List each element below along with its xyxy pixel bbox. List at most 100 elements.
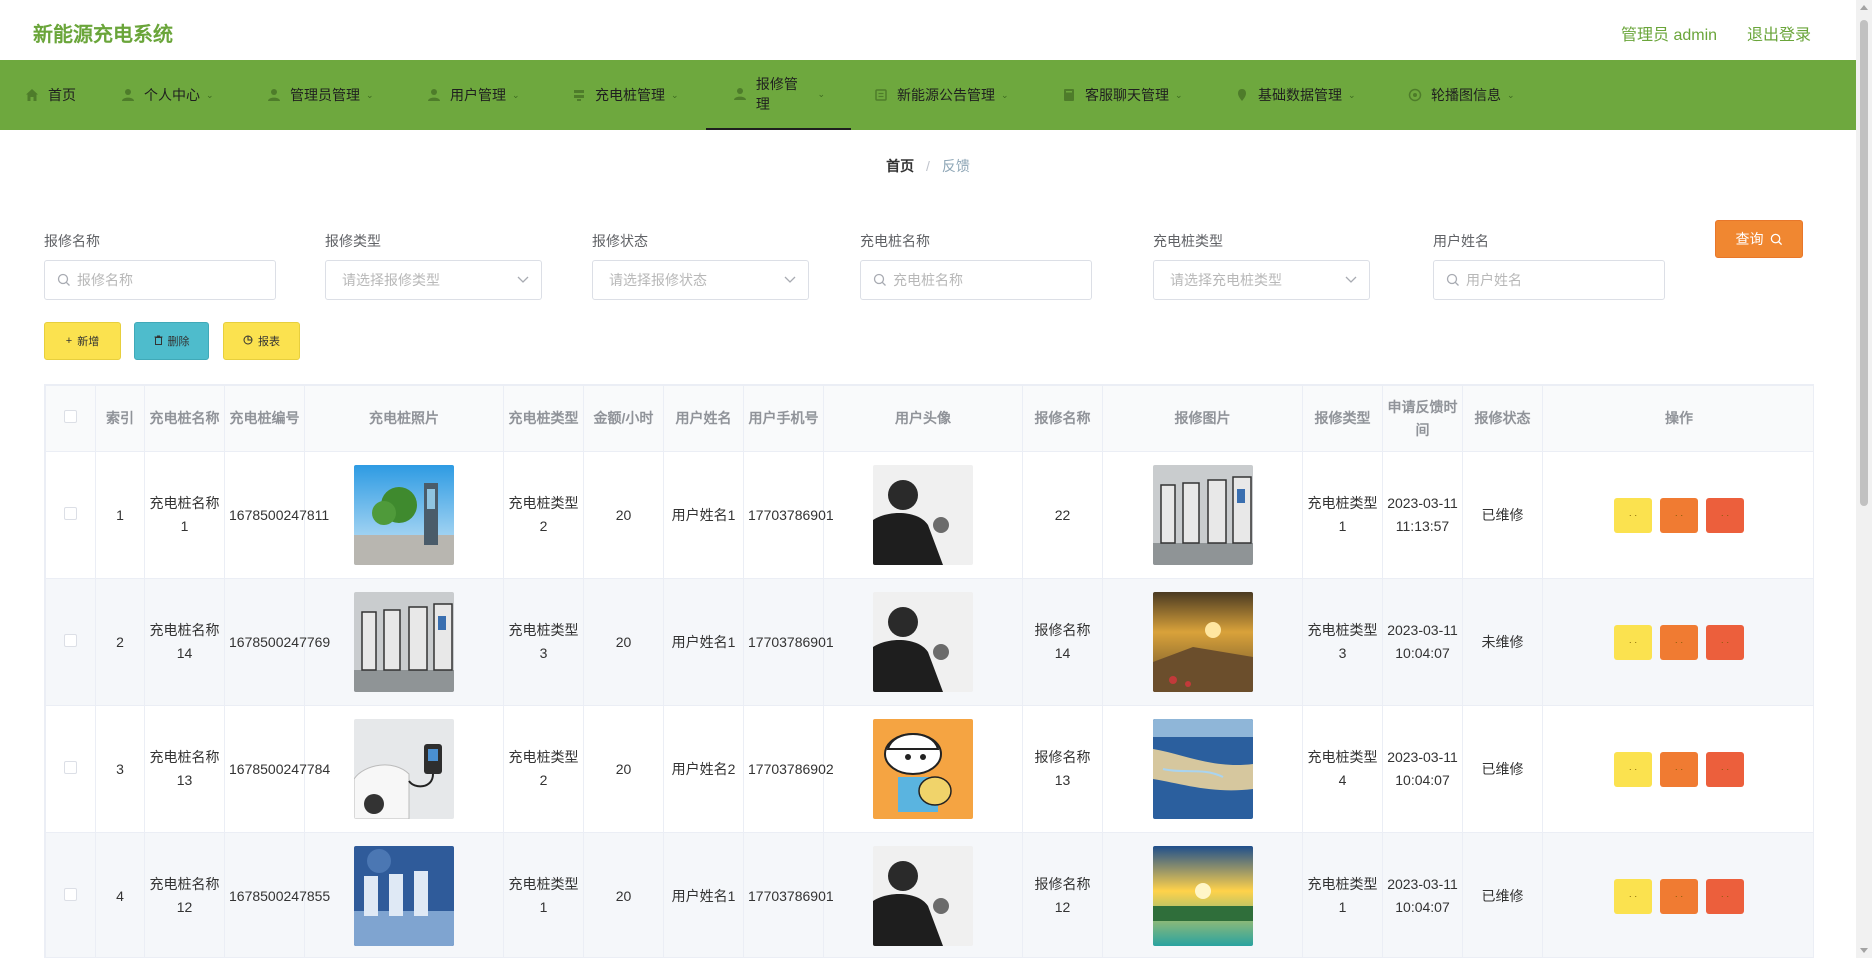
report-button[interactable]: 报表 xyxy=(223,322,300,360)
edit-button[interactable]: · · xyxy=(1660,751,1698,787)
column-header: 申请反馈时间 xyxy=(1382,385,1463,452)
data-icon xyxy=(1234,87,1250,103)
chevron-down-icon: ⌄ xyxy=(512,89,520,100)
user-icon xyxy=(120,87,136,103)
view-button[interactable]: · · xyxy=(1614,624,1652,660)
repair-status-label: 报修状态 xyxy=(592,233,648,249)
cell-status: 已维修 xyxy=(1462,705,1543,833)
pile-type-label: 充电桩类型 xyxy=(1153,233,1223,249)
cell-pile-no: 1678500247811 xyxy=(224,451,329,579)
nav-item-carousel[interactable]: 轮播图信息 ⌄ xyxy=(1407,60,1515,130)
nav-item-notices[interactable]: 新能源公告管理 ⌄ xyxy=(873,60,1009,130)
nav-label: 充电桩管理 xyxy=(595,87,665,103)
user-icon xyxy=(266,87,282,103)
cell-repair-type: 充电桩类型4 xyxy=(1302,705,1383,833)
repair-photo[interactable] xyxy=(1152,719,1253,819)
page-scrollbar[interactable] xyxy=(1856,0,1872,958)
row-checkbox[interactable] xyxy=(64,760,77,774)
column-header: 充电桩编号 xyxy=(224,385,305,452)
repair-name-input[interactable]: 报修名称 xyxy=(44,260,276,300)
nav-item-data[interactable]: 基础数据管理 ⌄ xyxy=(1234,60,1356,130)
view-button[interactable]: · · xyxy=(1614,878,1652,914)
nav-item-chat[interactable]: 客服聊天管理 ⌄ xyxy=(1061,60,1183,130)
column-header: 金额/小时 xyxy=(583,385,664,452)
user-avatar[interactable] xyxy=(873,465,973,565)
repair-photo[interactable] xyxy=(1152,592,1253,692)
user-avatar[interactable] xyxy=(873,592,973,692)
cell-repair-name: 报修名称12 xyxy=(1022,832,1103,957)
cell-pile-type: 充电桩类型3 xyxy=(503,578,584,706)
user-name-placeholder: 用户姓名 xyxy=(1466,272,1522,288)
scroll-down-icon[interactable] xyxy=(1860,948,1868,953)
trash-icon xyxy=(154,335,163,348)
delete-row-button[interactable]: · · xyxy=(1706,497,1744,533)
user-name-input[interactable]: 用户姓名 xyxy=(1433,260,1665,300)
nav-item-chargers[interactable]: 充电桩管理 ⌄ xyxy=(571,60,679,130)
chevron-down-icon xyxy=(517,273,529,287)
cell-user-name: 用户姓名1 xyxy=(663,832,744,957)
delete-row-button[interactable]: · · xyxy=(1706,624,1744,660)
cell-repair-type: 充电桩类型1 xyxy=(1302,451,1383,579)
delete-row-button[interactable]: · · xyxy=(1706,751,1744,787)
delete-label: 删除 xyxy=(167,336,190,348)
delete-row-button[interactable]: · · xyxy=(1706,878,1744,914)
admin-label: 管理员 admin xyxy=(1621,27,1718,44)
delete-button[interactable]: 删除 xyxy=(134,322,209,360)
pile-photo[interactable] xyxy=(354,465,454,565)
user-icon xyxy=(426,87,442,103)
nav-item-repairs[interactable]: 报修管理 ⌄ xyxy=(706,60,851,130)
scrollbar-thumb[interactable] xyxy=(1860,20,1868,506)
chevron-down-icon: ⌄ xyxy=(1001,89,1009,100)
home-icon xyxy=(24,87,40,103)
search-icon xyxy=(1770,233,1782,245)
pile-photo[interactable] xyxy=(354,846,454,946)
chart-icon xyxy=(243,335,253,348)
repair-status-select[interactable]: 请选择报修状态 xyxy=(592,260,809,300)
cell-status: 已维修 xyxy=(1462,451,1543,579)
table-row: 2 充电桩名称14 1678500247769 充电桩类型3 20 用户姓名1 … xyxy=(45,578,1813,706)
edit-button[interactable]: · · xyxy=(1660,497,1698,533)
chevron-down-icon: ⌄ xyxy=(206,89,214,100)
edit-button[interactable]: · · xyxy=(1660,878,1698,914)
breadcrumb-home[interactable]: 首页 xyxy=(886,158,914,174)
user-avatar[interactable] xyxy=(873,846,973,946)
row-checkbox[interactable] xyxy=(64,887,77,901)
select-all-checkbox[interactable] xyxy=(64,410,77,423)
cell-actions: · · · · · · xyxy=(1542,578,1813,706)
add-button[interactable]: + 新增 xyxy=(44,322,121,360)
column-header: 用户头像 xyxy=(823,385,1023,452)
cell-index: 4 xyxy=(95,832,145,957)
add-label: 新增 xyxy=(77,336,100,348)
logout-link[interactable]: 退出登录 xyxy=(1747,21,1811,45)
cell-pile-name: 充电桩名称13 xyxy=(144,705,225,833)
user-name-label: 用户姓名 xyxy=(1433,233,1489,249)
cell-index: 2 xyxy=(95,578,145,706)
view-button[interactable]: · · xyxy=(1614,497,1652,533)
row-checkbox[interactable] xyxy=(64,633,77,647)
pile-type-select[interactable]: 请选择充电桩类型 xyxy=(1153,260,1370,300)
pile-name-input[interactable]: 充电桩名称 xyxy=(860,260,1092,300)
query-button[interactable]: 查询 xyxy=(1715,220,1803,258)
edit-button[interactable]: · · xyxy=(1660,624,1698,660)
nav-item-users[interactable]: 用户管理 ⌄ xyxy=(426,60,520,130)
nav-item-home[interactable]: 首页 xyxy=(24,60,76,130)
column-header: 报修状态 xyxy=(1462,385,1543,452)
repair-status-placeholder: 请选择报修状态 xyxy=(609,272,707,288)
repair-type-select[interactable]: 请选择报修类型 xyxy=(325,260,542,300)
view-button[interactable]: · · xyxy=(1614,751,1652,787)
repair-photo[interactable] xyxy=(1152,846,1253,946)
column-header: 报修名称 xyxy=(1022,385,1103,452)
pile-name-label: 充电桩名称 xyxy=(860,233,930,249)
repair-photo[interactable] xyxy=(1152,465,1253,565)
pile-photo[interactable] xyxy=(354,592,454,692)
cell-time: 2023-03-11 11:13:57 xyxy=(1382,451,1463,579)
table-row: 1 充电桩名称1 1678500247811 充电桩类型2 20 用户姓名1 1… xyxy=(45,451,1813,579)
nav-item-profile[interactable]: 个人中心 ⌄ xyxy=(120,60,214,130)
cell-price: 20 xyxy=(583,578,664,706)
user-avatar[interactable] xyxy=(873,719,973,819)
scroll-up-icon[interactable] xyxy=(1860,5,1868,10)
nav-item-admin[interactable]: 管理员管理 ⌄ xyxy=(266,60,374,130)
user-icon xyxy=(732,86,748,102)
pile-photo[interactable] xyxy=(354,719,454,819)
row-checkbox[interactable] xyxy=(64,506,77,520)
